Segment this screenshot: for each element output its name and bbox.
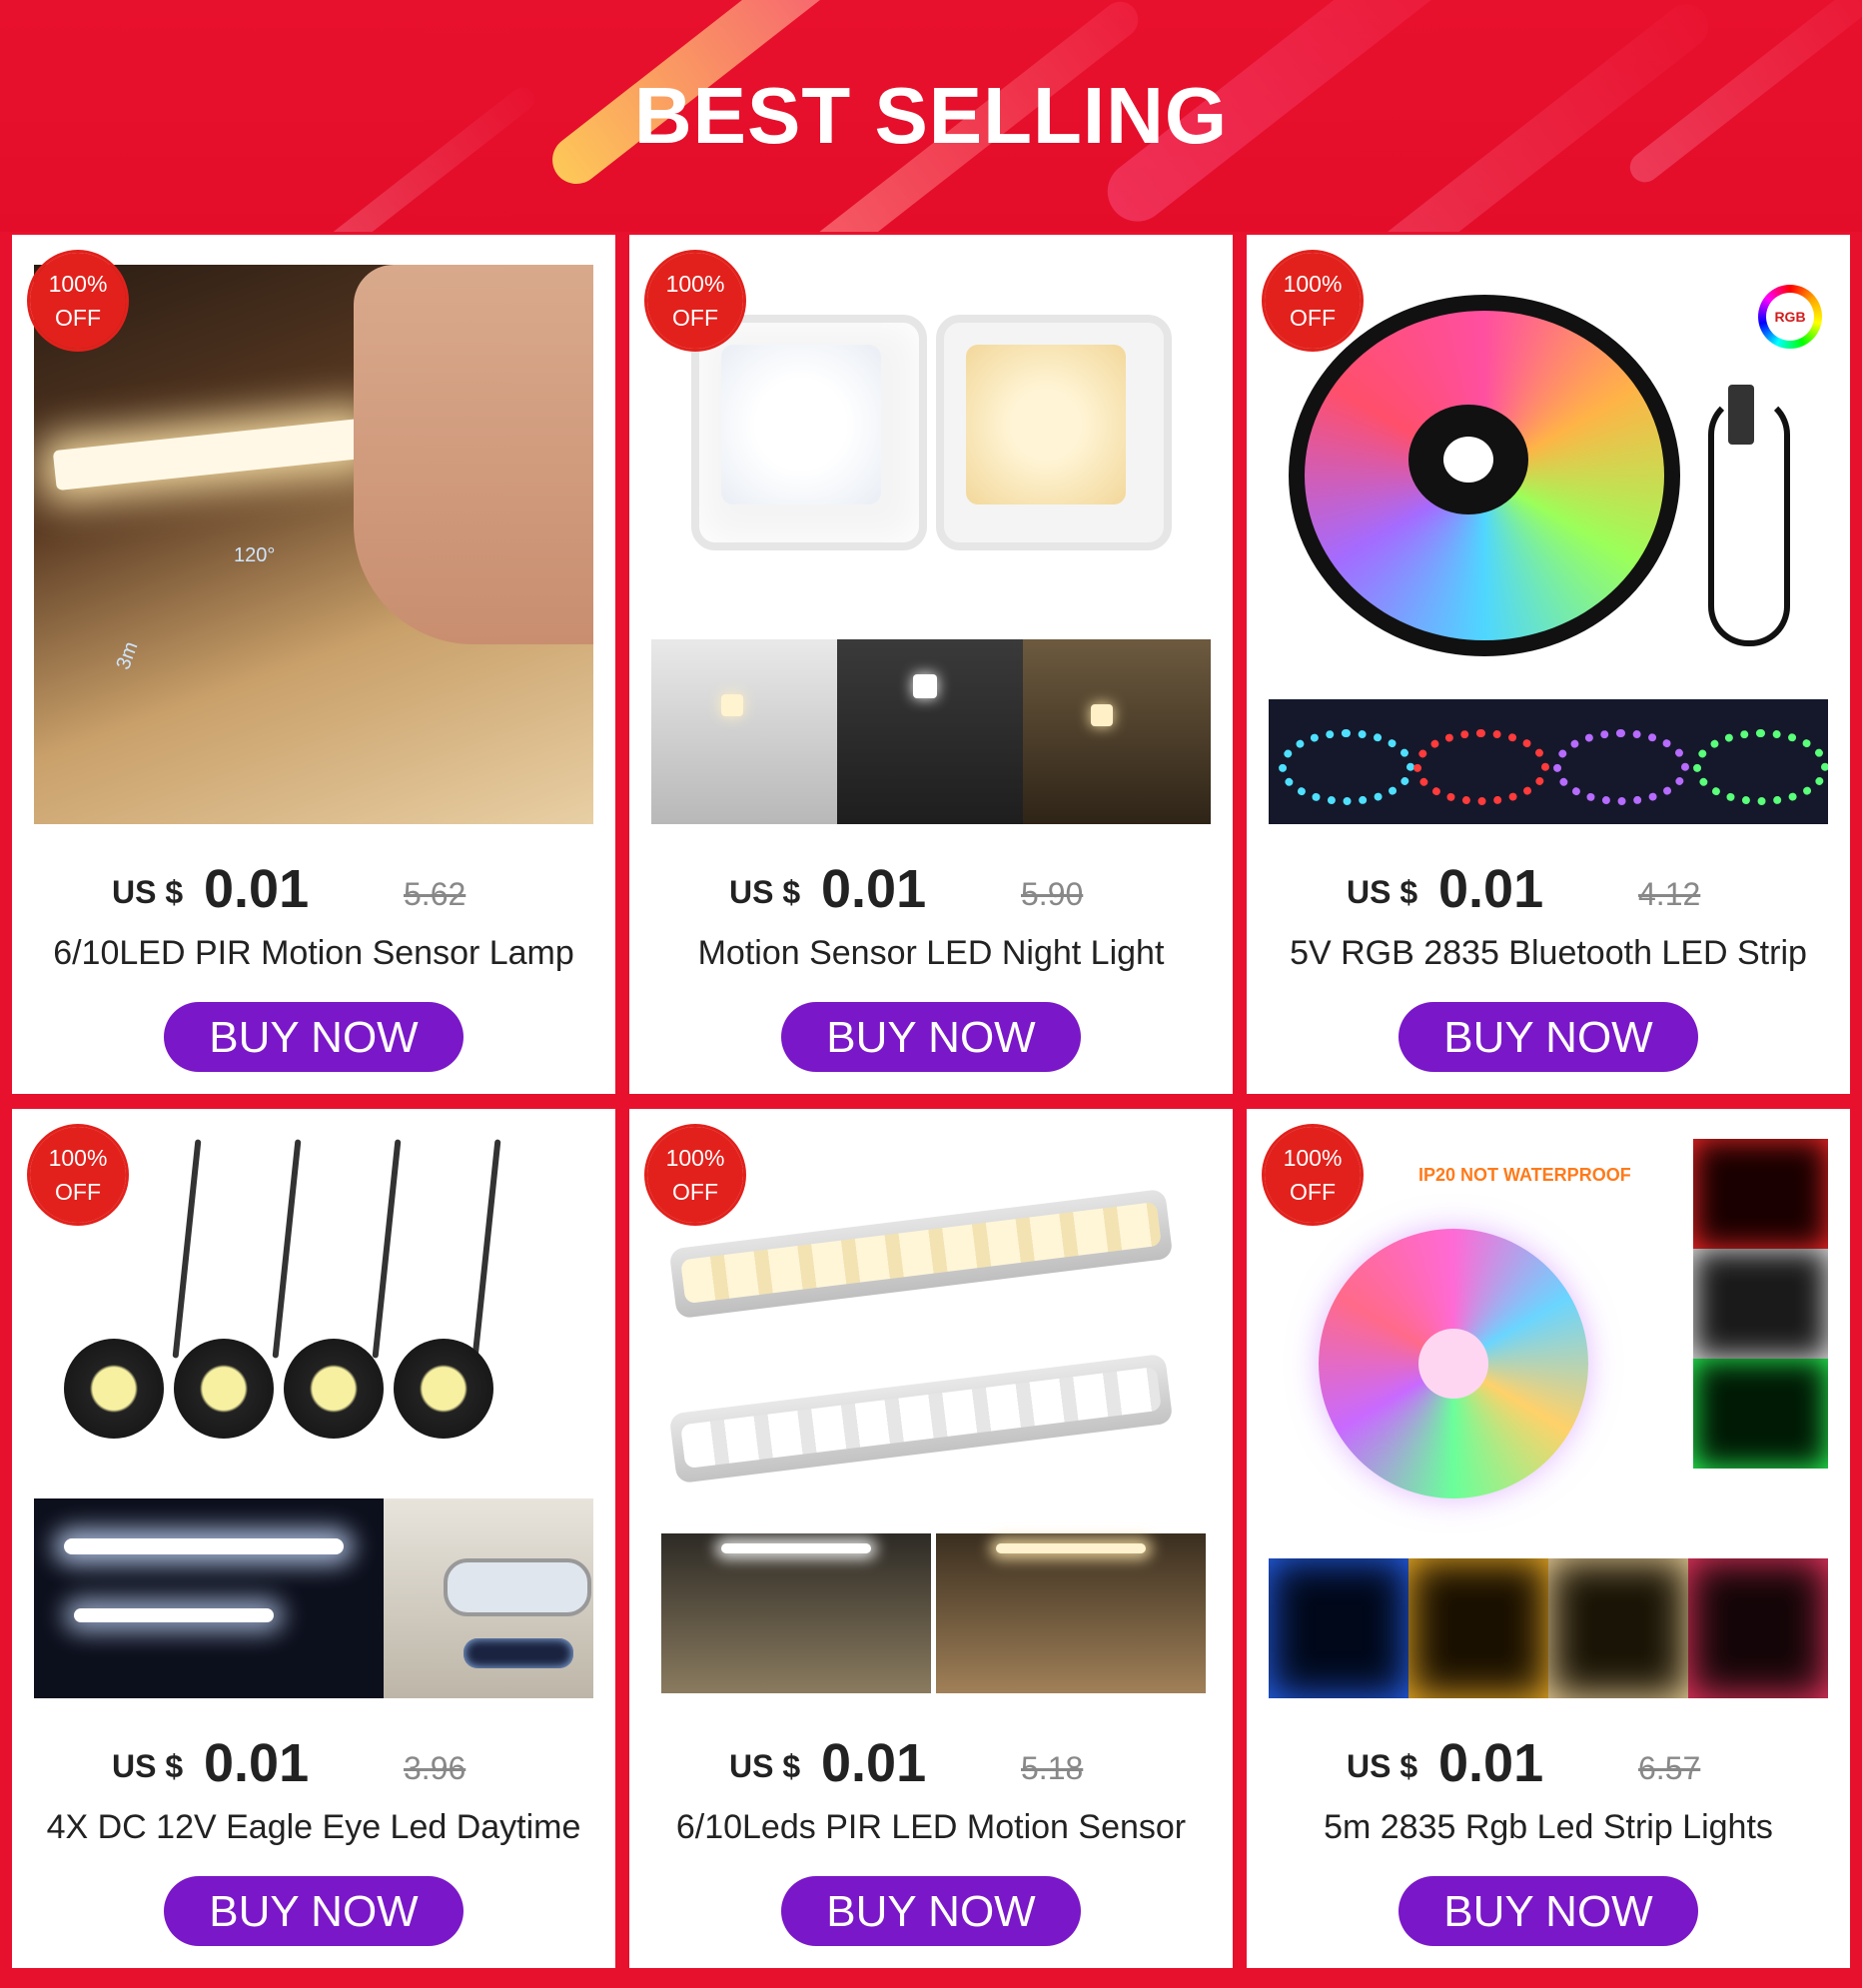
price-row: US $ 0.01 5.18 bbox=[629, 1728, 1233, 1798]
product-image[interactable]: RGB bbox=[1269, 265, 1828, 824]
badge-off: OFF bbox=[1290, 1179, 1336, 1205]
currency-label: US $ bbox=[112, 1748, 184, 1784]
original-price: 5.62 bbox=[404, 876, 466, 912]
badge-off: OFF bbox=[1290, 305, 1336, 331]
product-title[interactable]: 4X DC 12V Eagle Eye Led Daytime bbox=[12, 1808, 615, 1847]
product-title[interactable]: 6/10LED PIR Motion Sensor Lamp bbox=[12, 934, 615, 973]
sale-price: 0.01 bbox=[204, 859, 310, 919]
product-card[interactable]: RGB 100% OFF US $ 0.01 4.12 5V RGB 2835 … bbox=[1247, 235, 1850, 1094]
price-row: US $ 0.01 3.96 bbox=[12, 1728, 615, 1798]
buy-now-button[interactable]: BUY NOW bbox=[1398, 1002, 1698, 1072]
original-price: 5.18 bbox=[1021, 1750, 1084, 1786]
badge-percent: 100% bbox=[1283, 271, 1343, 297]
buy-now-button[interactable]: BUY NOW bbox=[1398, 1876, 1698, 1946]
currency-label: US $ bbox=[1347, 874, 1418, 910]
product-title[interactable]: 5V RGB 2835 Bluetooth LED Strip bbox=[1247, 934, 1850, 973]
badge-percent: 100% bbox=[665, 271, 725, 297]
discount-badge: 100% OFF bbox=[30, 253, 126, 349]
product-image[interactable] bbox=[651, 265, 1211, 824]
badge-off: OFF bbox=[672, 305, 718, 331]
product-image[interactable]: IP20 NOT WATERPROOF bbox=[1269, 1139, 1828, 1698]
price-row: US $ 0.01 6.57 bbox=[1247, 1728, 1850, 1798]
product-title[interactable]: 5m 2835 Rgb Led Strip Lights bbox=[1247, 1808, 1850, 1847]
discount-badge: 100% OFF bbox=[1265, 1127, 1361, 1223]
price-row: US $ 0.01 5.90 bbox=[629, 854, 1233, 924]
badge-percent: 100% bbox=[665, 1145, 725, 1171]
price-row: US $ 0.01 4.12 bbox=[1247, 854, 1850, 924]
currency-label: US $ bbox=[1347, 1748, 1418, 1784]
sale-price: 0.01 bbox=[204, 1733, 310, 1793]
badge-percent: 100% bbox=[48, 1145, 108, 1171]
original-price: 3.96 bbox=[404, 1750, 466, 1786]
currency-label: US $ bbox=[729, 874, 801, 910]
angle-label: 120° bbox=[234, 544, 276, 566]
currency-label: US $ bbox=[112, 874, 184, 910]
discount-badge: 100% OFF bbox=[647, 253, 743, 349]
original-price: 4.12 bbox=[1638, 876, 1701, 912]
product-card[interactable]: 100% OFF US $ 0.01 5.90 Motion Sensor LE… bbox=[629, 235, 1233, 1094]
discount-badge: 100% OFF bbox=[30, 1127, 126, 1223]
discount-badge: 100% OFF bbox=[1265, 253, 1361, 349]
product-card[interactable]: 120° 3m 100% OFF US $ 0.01 5.62 6/10LED … bbox=[12, 235, 615, 1094]
rgb-logo: RGB bbox=[1766, 293, 1814, 341]
product-card[interactable]: IP20 NOT WATERPROOF 100% OFF US $ 0.01 6… bbox=[1247, 1109, 1850, 1968]
banner-title: BEST SELLING bbox=[633, 71, 1229, 160]
buy-now-button[interactable]: BUY NOW bbox=[781, 1876, 1081, 1946]
sale-price: 0.01 bbox=[821, 1733, 927, 1793]
buy-now-button[interactable]: BUY NOW bbox=[781, 1002, 1081, 1072]
badge-percent: 100% bbox=[1283, 1145, 1343, 1171]
badge-off: OFF bbox=[55, 1179, 101, 1205]
product-card[interactable]: 100% OFF US $ 0.01 3.96 4X DC 12V Eagle … bbox=[12, 1109, 615, 1968]
badge-off: OFF bbox=[55, 305, 101, 331]
product-image[interactable] bbox=[34, 1139, 593, 1698]
discount-badge: 100% OFF bbox=[647, 1127, 743, 1223]
original-price: 6.57 bbox=[1638, 1750, 1701, 1786]
waterproof-label: IP20 NOT WATERPROOF bbox=[1418, 1165, 1631, 1185]
buy-now-button[interactable]: BUY NOW bbox=[164, 1002, 464, 1072]
sale-price: 0.01 bbox=[1438, 1733, 1544, 1793]
product-title[interactable]: Motion Sensor LED Night Light bbox=[629, 934, 1233, 973]
badge-off: OFF bbox=[672, 1179, 718, 1205]
currency-label: US $ bbox=[729, 1748, 801, 1784]
product-image[interactable] bbox=[651, 1139, 1211, 1698]
buy-now-button[interactable]: BUY NOW bbox=[164, 1876, 464, 1946]
price-row: US $ 0.01 5.62 bbox=[12, 854, 615, 924]
sale-price: 0.01 bbox=[1438, 859, 1544, 919]
badge-percent: 100% bbox=[48, 271, 108, 297]
product-image[interactable]: 120° 3m bbox=[34, 265, 593, 824]
product-title[interactable]: 6/10Leds PIR LED Motion Sensor bbox=[629, 1808, 1233, 1847]
original-price: 5.90 bbox=[1021, 876, 1084, 912]
sale-price: 0.01 bbox=[821, 859, 927, 919]
best-selling-banner: BEST SELLING bbox=[0, 0, 1862, 232]
product-card[interactable]: 100% OFF US $ 0.01 5.18 6/10Leds PIR LED… bbox=[629, 1109, 1233, 1968]
